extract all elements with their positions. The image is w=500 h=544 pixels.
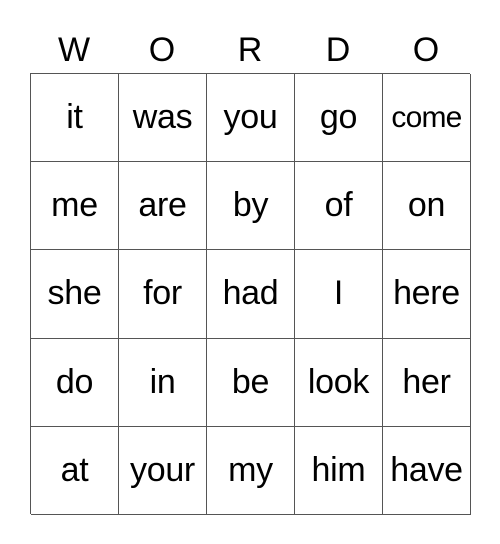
header-letter: D [325,31,351,69]
bingo-cell[interactable]: your [119,426,207,515]
bingo-cell[interactable]: have [383,426,471,515]
bingo-cell[interactable]: I [295,250,383,339]
bingo-cell[interactable]: are [119,162,207,251]
header-letter: O [148,31,176,69]
bingo-cell[interactable]: you [207,74,295,163]
bingo-cell[interactable]: him [295,426,383,515]
bingo-header: W O R D O [30,28,470,72]
bingo-cell[interactable]: look [295,338,383,427]
bingo-cell[interactable]: go [295,74,383,163]
bingo-cell[interactable]: on [383,162,471,251]
bingo-cell[interactable]: in [119,338,207,427]
bingo-board: it was you go come me are by of on she f… [30,73,471,515]
bingo-cell[interactable]: at [31,426,119,515]
header-letter: R [237,31,263,69]
bingo-cell[interactable]: me [31,162,119,251]
bingo-cell[interactable]: had [207,250,295,339]
bingo-cell[interactable]: it [31,74,119,163]
header-letter: O [412,31,440,69]
bingo-cell[interactable]: of [295,162,383,251]
bingo-cell[interactable]: my [207,426,295,515]
header-letter: W [57,31,91,69]
bingo-cell[interactable]: was [119,74,207,163]
bingo-cell[interactable]: here [383,250,471,339]
bingo-cell[interactable]: she [31,250,119,339]
bingo-cell[interactable]: be [207,338,295,427]
bingo-cell[interactable]: come [383,74,471,163]
bingo-cell[interactable]: do [31,338,119,427]
bingo-cell[interactable]: for [119,250,207,339]
bingo-cell[interactable]: her [383,338,471,427]
bingo-cell[interactable]: by [207,162,295,251]
